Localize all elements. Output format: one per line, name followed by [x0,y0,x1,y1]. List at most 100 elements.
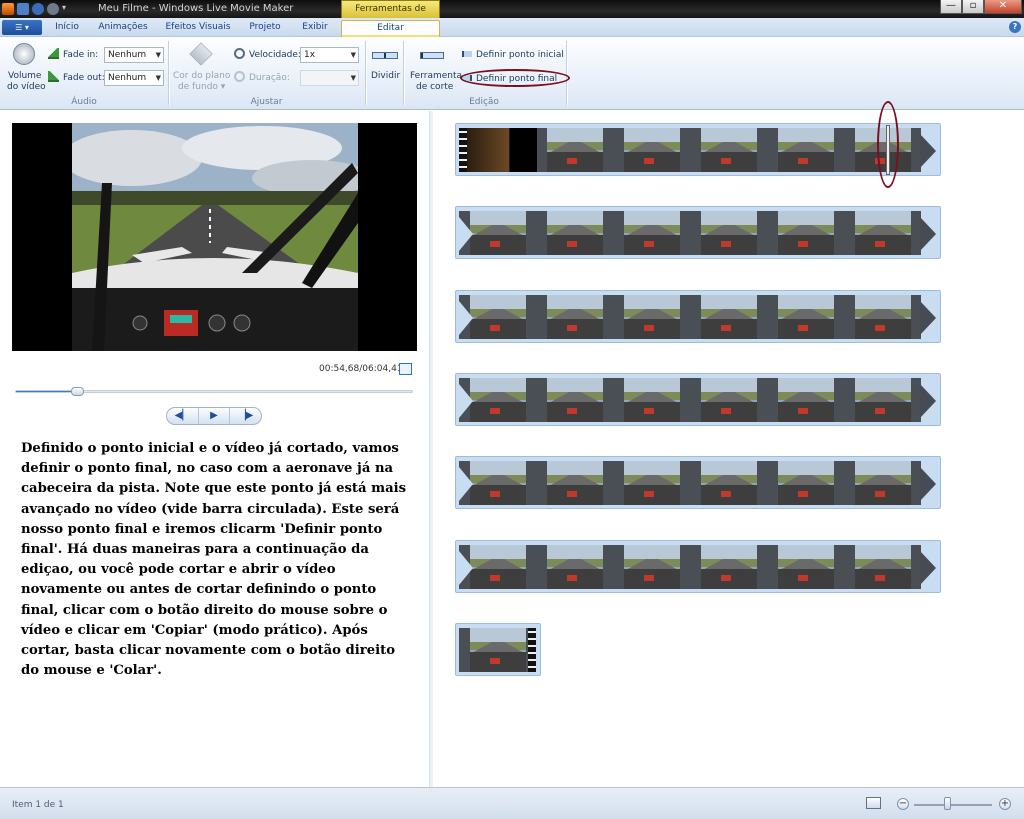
undo-icon[interactable] [32,3,44,15]
clip-frame-thumbnail[interactable] [690,294,767,339]
clip-frame-thumbnail[interactable] [844,461,921,506]
fade-out-icon [48,71,59,82]
chevron-down-icon: ▼ [350,74,356,82]
clip-strip[interactable] [455,456,941,510]
clip-strip[interactable] [455,539,941,593]
chevron-down-icon: ▼ [350,51,356,59]
set-start-point-button[interactable]: Definir ponto inicial [476,50,564,60]
help-icon[interactable]: ? [1009,21,1021,33]
group-separator [403,41,404,105]
volume-icon[interactable] [13,43,35,65]
clip-frame-thumbnail[interactable] [844,211,921,256]
clip-frame-thumbnail[interactable] [613,377,690,422]
continue-arrow-icon [920,300,936,335]
volume-label-1[interactable]: Volume [8,71,41,81]
clip-frame-thumbnail[interactable] [613,128,690,172]
fade-in-dropdown[interactable]: Nenhum ▼ [104,47,164,63]
clip-frame-thumbnail[interactable] [536,294,613,339]
qat-dropdown-icon[interactable]: ▾ [62,3,69,15]
tab-efeitos-visuais[interactable]: Efeitos Visuais [162,20,234,37]
close-button[interactable]: ✕ [984,0,1022,14]
tab-projeto[interactable]: Projeto [244,20,286,37]
duration-label: Duração: [249,73,290,83]
clip-frame-thumbnail[interactable] [767,544,844,589]
split-icon[interactable] [372,52,398,59]
next-frame-button[interactable]: ▕▶ [230,408,261,424]
zoom-out-button[interactable]: − [897,798,909,810]
tab-animacoes[interactable]: Animações [94,20,152,37]
redo-icon[interactable] [47,3,59,15]
duration-dropdown[interactable]: ▼ [300,70,359,86]
clip-frame-thumbnail[interactable] [536,461,613,506]
zoom-slider-thumb[interactable] [944,797,951,810]
clip-frame-thumbnail[interactable] [613,294,690,339]
tab-exibir[interactable]: Exibir [296,20,334,37]
split-label[interactable]: Dividir [371,71,400,81]
clip-frame-thumbnail[interactable] [767,128,844,172]
fade-in-value: Nenhum [108,50,147,60]
group-separator [365,41,366,105]
timecode: 00:54,68/06:04,41 [319,364,403,374]
clip-frame-thumbnail[interactable] [690,211,767,256]
previous-frame-button[interactable]: ◀▏ [167,408,199,424]
clip-frame-thumbnail[interactable] [613,211,690,256]
clip-frame-thumbnail[interactable] [613,461,690,506]
play-button[interactable]: ▶ [199,408,231,424]
clip-strip[interactable] [455,289,941,343]
clip-strip-end[interactable] [455,622,541,676]
clip-frame-thumbnail[interactable] [844,377,921,422]
chevron-down-icon: ▼ [155,74,161,82]
tab-editar[interactable]: Editar [341,20,440,37]
trim-label-2[interactable]: de corte [416,82,453,92]
clip-frame-thumbnail[interactable] [844,294,921,339]
speed-dropdown[interactable]: 1x ▼ [300,47,359,63]
save-icon[interactable] [17,3,29,15]
trim-label-1[interactable]: Ferramenta [410,71,462,81]
cockpit-runway-image [12,123,417,351]
clip-frame-thumbnail[interactable] [536,544,613,589]
fullscreen-icon[interactable] [399,363,412,375]
volume-label-2[interactable]: do vídeo [7,82,46,92]
clip-frame-thumbnail[interactable] [459,627,536,672]
clip-strip[interactable] [455,372,941,426]
clip-frame-thumbnail[interactable] [690,544,767,589]
strip-start-notch [459,550,473,585]
trim-tool-icon[interactable] [420,52,444,59]
clip-frame-thumbnail[interactable] [690,128,767,172]
speed-icon [234,48,245,59]
seek-thumb[interactable] [71,387,84,396]
maximize-button[interactable]: ▫ [962,0,984,14]
group-separator [566,41,567,105]
strip-start-notch [459,217,473,252]
fade-in-label: Fade in: [63,50,99,60]
clip-frame-thumbnail[interactable] [536,377,613,422]
bg-color-label-2: de fundo ▾ [178,82,226,92]
video-preview[interactable] [12,123,417,351]
clip-frame-thumbnail[interactable] [767,461,844,506]
zoom-slider-track[interactable] [914,804,992,806]
clip-frame-thumbnail[interactable] [767,211,844,256]
group-label-audio: Áudio [71,97,97,107]
film-end-sprocket-icon [528,627,536,672]
clip-frame-thumbnail[interactable] [536,128,613,172]
clip-frame-thumbnail[interactable] [690,461,767,506]
clip-frame-thumbnail[interactable] [767,294,844,339]
clip-frame-thumbnail[interactable] [536,211,613,256]
pane-splitter[interactable] [429,111,433,787]
playhead-marker[interactable] [886,125,890,175]
group-label-ajustar: Ajustar [250,97,283,107]
clip-strip[interactable] [455,206,941,260]
fade-out-dropdown[interactable]: Nenhum ▼ [104,70,164,86]
clip-frame-thumbnail[interactable] [690,377,767,422]
thumbnail-size-icon[interactable] [866,797,881,809]
status-item-count: Item 1 de 1 [12,800,64,810]
clip-strip[interactable] [455,123,941,176]
zoom-in-button[interactable]: + [999,798,1011,810]
clip-frame-thumbnail[interactable] [767,377,844,422]
minimize-button[interactable]: — [940,0,962,14]
background-color-icon [189,42,213,66]
tab-inicio[interactable]: Início [48,20,86,37]
clip-frame-thumbnail[interactable] [844,544,921,589]
app-menu-button[interactable]: ☰ ▾ [2,20,42,35]
clip-frame-thumbnail[interactable] [613,544,690,589]
